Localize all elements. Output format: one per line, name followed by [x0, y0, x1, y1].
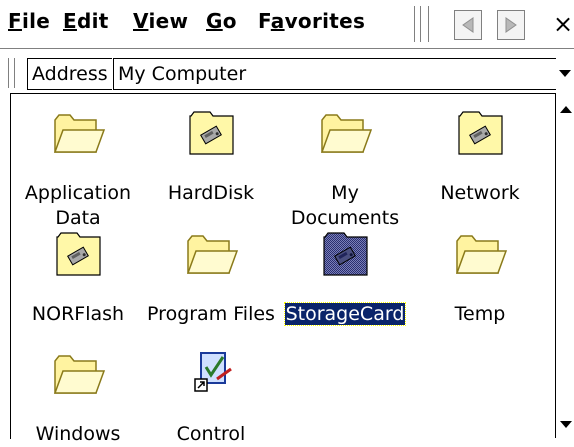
item-label: NORFlash: [31, 303, 125, 325]
item-label: Control: [176, 423, 246, 445]
toolbar-separator: [428, 6, 432, 42]
item-label: Documents: [290, 207, 400, 229]
address-input[interactable]: My Computer: [113, 58, 556, 90]
item-label: My: [331, 182, 359, 204]
item-label: Program Files: [147, 303, 275, 325]
control-panel-icon: [194, 352, 232, 392]
address-bar-handle[interactable]: [8, 58, 15, 88]
back-arrow-icon: [462, 17, 474, 33]
toolbar-separator: [420, 6, 424, 42]
item-label: Application: [24, 182, 132, 204]
list-item-harddisk[interactable]: HardDisk: [144, 108, 278, 206]
scroll-down-button[interactable]: [556, 412, 574, 438]
address-bar: Address My Computer: [0, 56, 574, 92]
folder-icon: [53, 355, 106, 394]
list-item-network[interactable]: Network: [413, 108, 547, 206]
list-item-storagecard[interactable]: StorageCard: [278, 229, 412, 327]
menu-edit[interactable]: Edit: [63, 9, 109, 33]
list-item-application-data[interactable]: Application Data: [11, 108, 145, 231]
item-label: Data: [55, 207, 101, 229]
list-item-temp[interactable]: Temp: [413, 229, 547, 327]
vertical-scrollbar[interactable]: [555, 93, 574, 438]
folder-icon: [53, 114, 106, 153]
item-label-selected: StorageCard: [283, 302, 407, 326]
chevron-down-icon: [558, 70, 571, 77]
folder-icon: [186, 235, 239, 274]
storage-folder-icon: [56, 232, 101, 276]
list-item-windows[interactable]: Windows: [11, 349, 145, 447]
forward-button[interactable]: [497, 10, 525, 40]
item-label: Network: [440, 182, 520, 204]
toolbar-separator: [414, 6, 418, 42]
address-label: Address: [27, 58, 112, 90]
list-item-norflash[interactable]: NORFlash: [11, 229, 145, 327]
back-button[interactable]: [454, 10, 482, 40]
list-item-control[interactable]: Control: [144, 349, 278, 447]
storage-folder-icon: [323, 232, 368, 276]
storage-folder-icon: [189, 111, 234, 155]
folder-icon: [455, 235, 508, 274]
menu-go[interactable]: Go: [206, 9, 237, 33]
item-label: Temp: [454, 303, 506, 325]
menu-favorites[interactable]: Favorites: [258, 9, 365, 33]
scroll-up-button[interactable]: [556, 97, 574, 123]
list-item-my-documents[interactable]: My Documents: [278, 108, 412, 231]
menu-view[interactable]: View: [133, 9, 188, 33]
address-dropdown-button[interactable]: [555, 58, 574, 90]
close-button[interactable]: ×: [553, 8, 574, 40]
storage-folder-icon: [458, 111, 503, 155]
menu-bar: File Edit View Go Favorites ×: [0, 0, 574, 49]
forward-arrow-icon: [505, 17, 517, 33]
file-list-view[interactable]: Application Data HardDisk My Documents N…: [10, 93, 555, 445]
item-label: Windows: [35, 423, 121, 445]
menu-file[interactable]: File: [8, 9, 50, 33]
folder-icon: [320, 114, 373, 153]
list-item-program-files[interactable]: Program Files: [144, 229, 278, 327]
chevron-up-icon: [559, 106, 572, 113]
chevron-down-icon: [559, 421, 572, 428]
item-label: HardDisk: [167, 182, 255, 204]
